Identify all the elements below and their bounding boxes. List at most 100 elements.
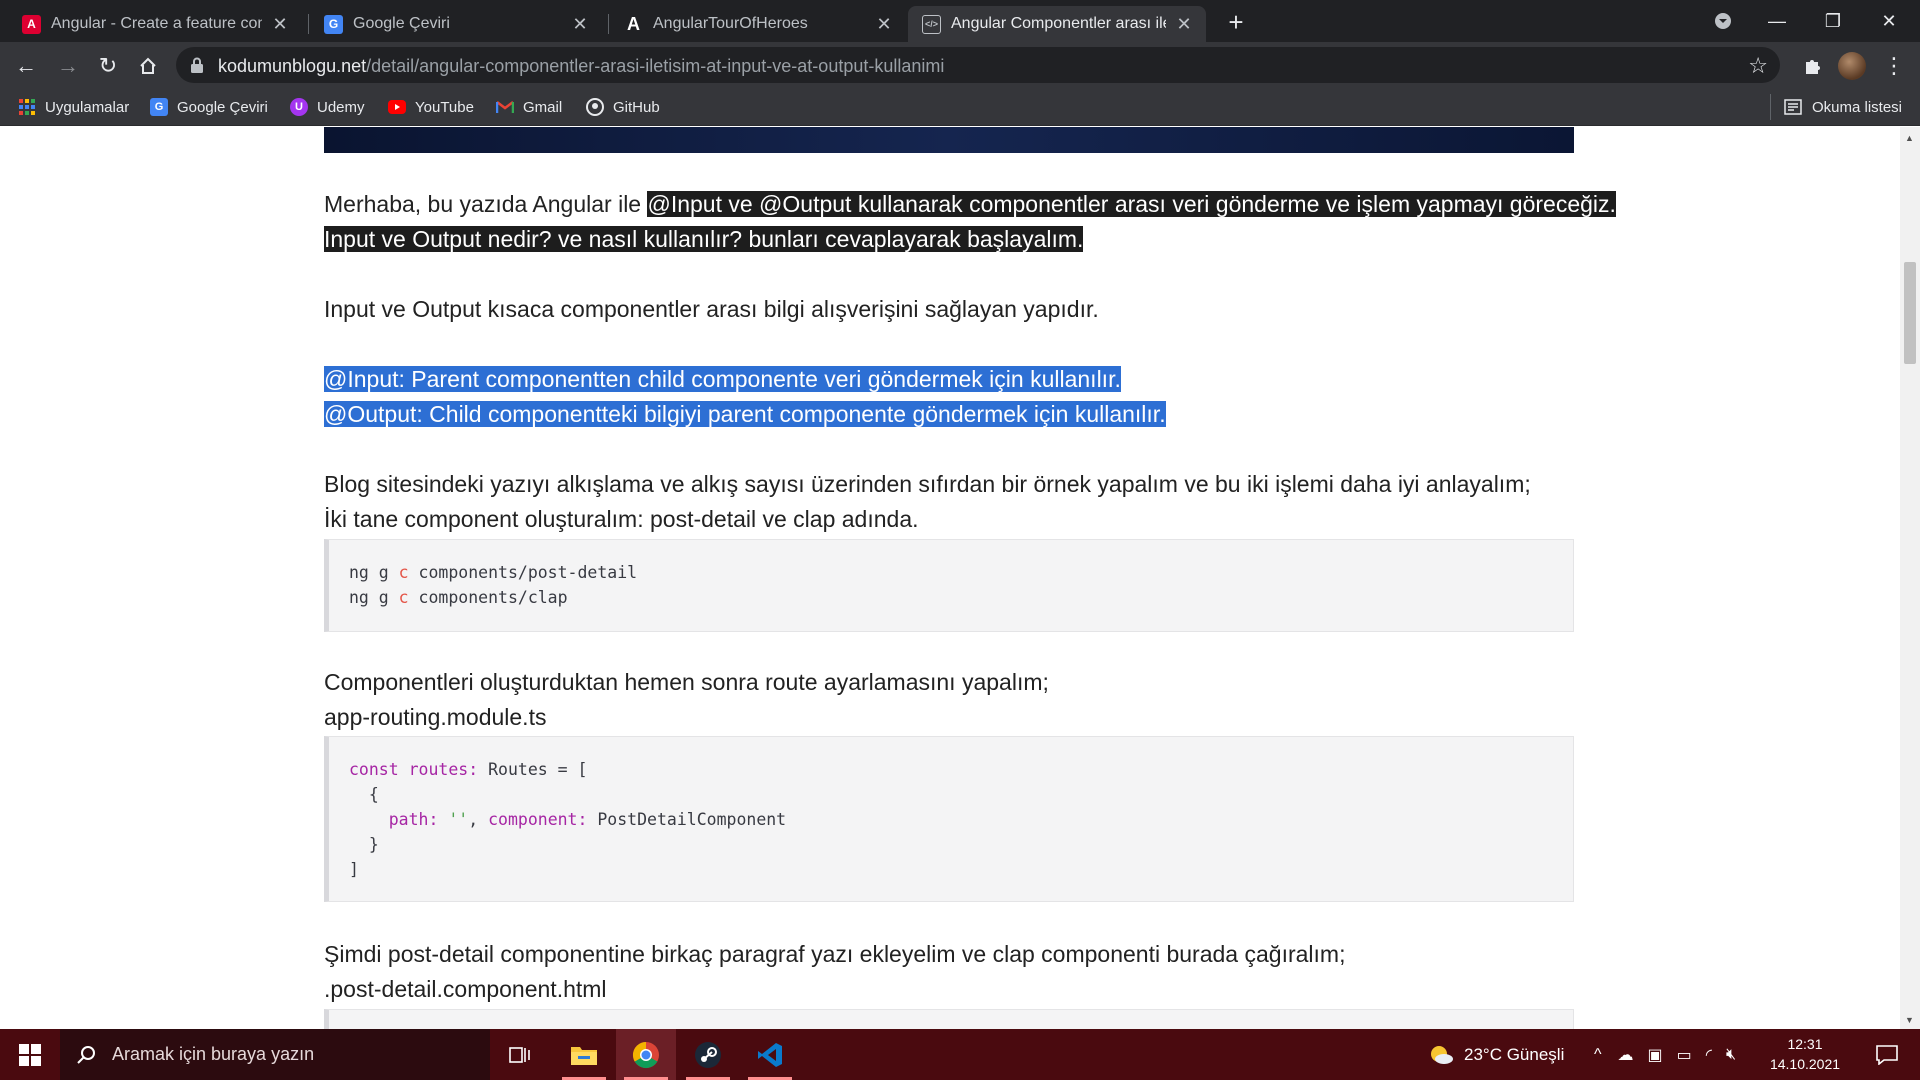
bookmark-uygulamalar[interactable]: Uygulamalar	[18, 96, 129, 118]
intro-paragraph-line2: Input ve Output nedir? ve nasıl kullanıl…	[324, 222, 1084, 257]
tab-search-button[interactable]	[1696, 0, 1750, 42]
scroll-down-arrow-icon[interactable]: ▼	[1905, 1015, 1914, 1025]
apps-grid-icon	[18, 98, 36, 116]
scrollbar-thumb[interactable]	[1904, 262, 1916, 364]
intro-paragraph-line1: Merhaba, bu yazıda Angular ile @Input ve…	[324, 187, 1616, 222]
code-line: ng g c components/clap	[349, 588, 568, 607]
task-view-button[interactable]	[490, 1029, 550, 1080]
code-line: {	[349, 785, 379, 804]
url-path: /detail/angular-componentler-arasi-ileti…	[366, 56, 945, 76]
speaker-muted-icon[interactable]: 🔇︎	[1726, 1046, 1736, 1064]
tab-angular-componentler[interactable]: </> Angular Componentler arası iletişim …	[908, 6, 1206, 42]
minimize-button[interactable]: —	[1750, 0, 1804, 42]
new-tab-button[interactable]: +	[1222, 7, 1250, 37]
windows-taskbar: Aramak için buraya yazın 23°C Güneşli ^ …	[0, 1029, 1920, 1080]
close-window-button[interactable]: ✕	[1862, 0, 1916, 42]
selected-text: @Input ve @Output kullanarak componentle…	[647, 191, 1616, 217]
tab-angular-tour-of-heroes[interactable]: A AngularTourOfHeroes ✕	[610, 6, 906, 42]
reload-button[interactable]: ↻	[92, 50, 124, 82]
bookmark-label: Uygulamalar	[45, 98, 130, 116]
close-tab-icon[interactable]: ✕	[1174, 14, 1194, 34]
code-block-partial[interactable]	[324, 1009, 1574, 1029]
back-button[interactable]: ←	[10, 50, 42, 82]
scroll-up-arrow-icon[interactable]: ▲	[1905, 133, 1914, 143]
angular-a-icon: A	[627, 13, 640, 34]
task-view-icon	[509, 1046, 530, 1063]
tab-title: Angular - Create a feature component	[51, 15, 262, 32]
bookmark-label: Udemy	[317, 98, 365, 116]
selected-text: @Input: Parent componentten child compon…	[324, 366, 1121, 392]
restore-button[interactable]: ❐	[1806, 0, 1860, 42]
bookmark-udemy[interactable]: U Udemy	[290, 96, 365, 118]
bookmark-label: Google Çeviri	[177, 98, 268, 116]
bookmark-divider	[1770, 94, 1771, 120]
definition-paragraph: Input ve Output kısaca componentler aras…	[324, 296, 1099, 322]
windows-logo-icon	[19, 1043, 41, 1066]
bookmark-gmail[interactable]: Gmail	[496, 96, 562, 118]
device-icon[interactable]: ▣	[1648, 1045, 1663, 1065]
sun-cloud-icon	[1431, 1045, 1453, 1064]
browser-toolbar: ← → ↻ kodumunblogu.net/detail/angular-co…	[0, 42, 1920, 88]
clock-time: 12:31	[1787, 1036, 1823, 1052]
vscode-icon	[758, 1042, 782, 1067]
tab-angular-feature-component[interactable]: A Angular - Create a feature component ✕	[8, 6, 302, 42]
file-explorer-button[interactable]	[554, 1029, 614, 1080]
chrome-button[interactable]	[616, 1029, 676, 1080]
reading-list-label: Okuma listesi	[1811, 98, 1902, 116]
chevron-up-icon[interactable]: ^	[1594, 1046, 1602, 1064]
search-placeholder: Aramak için buraya yazın	[112, 1044, 315, 1064]
bookmark-star-icon[interactable]: ☆	[1748, 53, 1768, 79]
onedrive-cloud-icon[interactable]: ☁	[1618, 1045, 1634, 1065]
taskbar-search-box[interactable]: Aramak için buraya yazın	[60, 1029, 490, 1080]
notifications-button[interactable]	[1862, 1029, 1912, 1080]
url-host: kodumunblogu.net	[218, 56, 367, 76]
routing-paragraph-line1: Componentleri oluşturduktan hemen sonra …	[324, 669, 1049, 695]
start-button[interactable]	[0, 1029, 60, 1080]
code-line: ]	[349, 860, 359, 879]
close-tab-icon[interactable]: ✕	[874, 14, 894, 34]
tab-divider	[308, 14, 309, 34]
reload-icon: ↻	[98, 53, 118, 78]
system-clock[interactable]: 12:31 14.10.2021	[1760, 1034, 1850, 1074]
output-definition: @Output: Child componentteki bilgiyi par…	[324, 397, 1166, 432]
reading-list-icon	[1784, 99, 1802, 115]
udemy-icon: U	[290, 98, 308, 116]
code-block-ng-generate[interactable]: ng g c components/post-detail ng g c com…	[324, 539, 1574, 632]
home-icon	[140, 57, 156, 74]
address-bar[interactable]: kodumunblogu.net/detail/angular-componen…	[176, 47, 1780, 83]
close-tab-icon[interactable]: ✕	[270, 14, 290, 34]
clock-date: 14.10.2021	[1769, 1056, 1841, 1072]
reading-list-button[interactable]: Okuma listesi	[1784, 96, 1902, 118]
code-line: const routes: Routes = [	[349, 760, 588, 779]
tab-google-ceviri[interactable]: G Google Çeviri ✕	[310, 6, 602, 42]
selected-text: Input ve Output nedir? ve nasıl kullanıl…	[324, 226, 1084, 252]
bookmark-youtube[interactable]: YouTube	[388, 96, 474, 118]
home-button[interactable]	[132, 50, 164, 82]
code-line: path: '', component: PostDetailComponent	[349, 810, 787, 829]
tab-strip: A Angular - Create a feature component ✕…	[0, 0, 1920, 42]
code-line: ng g c components/post-detail	[349, 563, 638, 582]
menu-button[interactable]: ⋮	[1878, 50, 1910, 82]
steam-button[interactable]	[678, 1029, 738, 1080]
wifi-icon[interactable]: ◜	[1706, 1045, 1712, 1065]
battery-icon[interactable]: ▭	[1677, 1045, 1692, 1065]
close-tab-icon[interactable]: ✕	[570, 14, 590, 34]
angular-red-icon: A	[22, 14, 41, 34]
bookmark-github[interactable]: GitHub	[586, 96, 660, 118]
puzzle-icon	[1806, 60, 1820, 74]
extensions-button[interactable]	[1796, 50, 1828, 82]
code-block-routes[interactable]: const routes: Routes = [ { path: '', com…	[324, 736, 1574, 902]
bookmark-label: GitHub	[613, 98, 660, 116]
chevron-down-circle-icon	[1715, 13, 1731, 29]
bookmark-google-ceviri[interactable]: G Google Çeviri	[150, 96, 268, 118]
notification-icon	[1876, 1044, 1898, 1065]
input-definition: @Input: Parent componentten child compon…	[324, 362, 1121, 397]
page-scrollbar[interactable]: ▲ ▼	[1900, 127, 1920, 1029]
tab-title: Angular Componentler arası iletişim	[951, 15, 1166, 32]
forward-button[interactable]: →	[52, 50, 84, 82]
file-explorer-icon	[571, 1046, 597, 1065]
vscode-button[interactable]	[740, 1029, 800, 1080]
profile-avatar[interactable]	[1838, 52, 1866, 80]
weather-widget[interactable]: 23°C Güneşli	[1428, 1029, 1564, 1080]
routing-filename: app-routing.module.ts	[324, 704, 547, 730]
